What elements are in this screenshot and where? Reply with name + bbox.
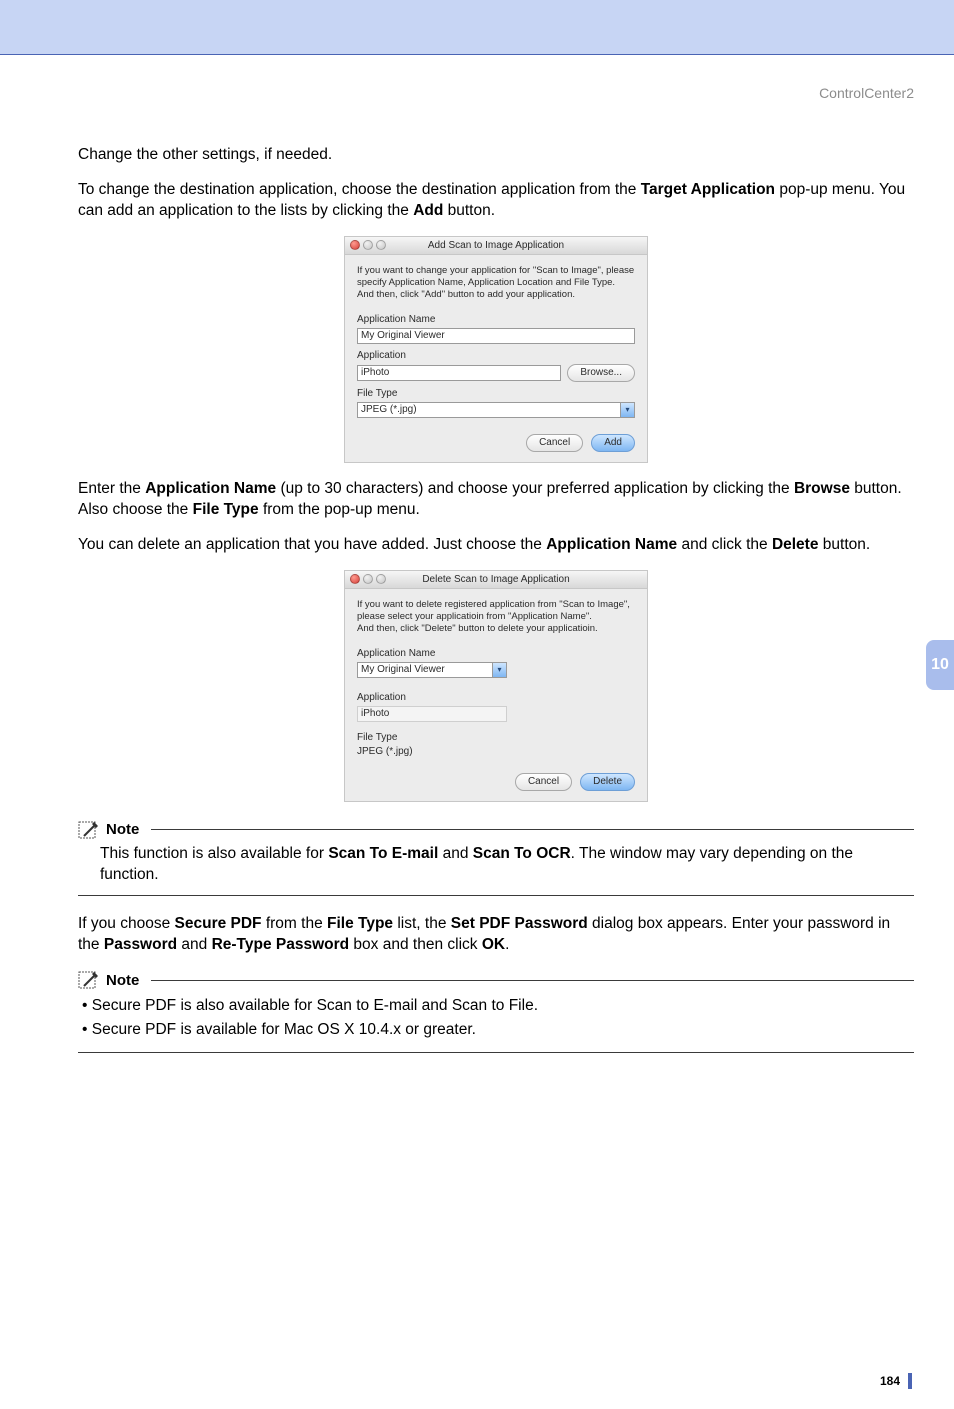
application-input[interactable]: iPhoto	[357, 365, 561, 381]
bold-text: Application Name	[546, 536, 677, 553]
chapter-tab: 10	[926, 640, 954, 690]
file-type-label: File Type	[357, 388, 635, 399]
paragraph-1: Change the other settings, if needed.	[78, 145, 914, 166]
bold-text: Secure PDF	[175, 915, 262, 932]
bold-text: Application Name	[145, 480, 276, 497]
delete-application-dialog: Delete Scan to Image Application If you …	[344, 570, 648, 802]
add-button[interactable]: Add	[591, 434, 635, 452]
minimize-icon	[363, 240, 373, 250]
browse-button[interactable]: Browse...	[567, 364, 635, 382]
app-name-label: Application Name	[357, 648, 635, 659]
application-label: Application	[357, 350, 635, 361]
minimize-icon	[363, 574, 373, 584]
text: .	[505, 936, 509, 953]
bold-text: File Type	[193, 501, 259, 518]
note-rule	[78, 1052, 914, 1053]
window-controls	[350, 574, 386, 584]
paragraph-4: You can delete an application that you h…	[78, 535, 914, 556]
paragraph-5: If you choose Secure PDF from the File T…	[78, 914, 914, 956]
paragraph-2: To change the destination application, c…	[78, 180, 914, 222]
bold-text: Scan To E-mail	[328, 845, 438, 862]
dialog-title: Add Scan to Image Application	[428, 240, 564, 251]
bold-text: Add	[413, 202, 443, 219]
file-type-readonly: JPEG (*.jpg)	[357, 746, 635, 757]
page-content: ControlCenter2 Change the other settings…	[0, 55, 954, 1409]
top-band	[0, 0, 954, 55]
app-name-value: My Original Viewer	[361, 664, 445, 675]
note-rule	[151, 829, 914, 830]
file-type-label: File Type	[357, 732, 635, 743]
text: To change the destination application, c…	[78, 181, 641, 198]
text: If you choose	[78, 915, 175, 932]
note-title: Note	[106, 821, 139, 838]
bold-text: Set PDF Password	[451, 915, 588, 932]
text: button.	[443, 202, 495, 219]
text: list, the	[393, 915, 451, 932]
file-type-select[interactable]: JPEG (*.jpg) ▾	[357, 402, 635, 418]
dialog-title: Delete Scan to Image Application	[422, 574, 569, 585]
list-item: Secure PDF is available for Mac OS X 10.…	[82, 1018, 914, 1042]
list-item: Secure PDF is also available for Scan to…	[82, 994, 914, 1018]
footer-accent	[908, 1373, 912, 1389]
chevron-updown-icon: ▾	[492, 663, 506, 677]
note-icon	[78, 970, 100, 990]
cancel-button[interactable]: Cancel	[526, 434, 583, 452]
page-footer: 184	[78, 1373, 914, 1389]
paragraph-3: Enter the Application Name (up to 30 cha…	[78, 479, 914, 521]
cancel-button[interactable]: Cancel	[515, 773, 572, 791]
close-icon[interactable]	[350, 574, 360, 584]
close-icon[interactable]	[350, 240, 360, 250]
page-number: 184	[880, 1374, 900, 1388]
note-rule	[151, 980, 914, 981]
text: box and then click	[349, 936, 482, 953]
zoom-icon	[376, 240, 386, 250]
bold-text: Target Application	[641, 181, 775, 198]
chevron-updown-icon: ▾	[620, 403, 634, 417]
app-name-select[interactable]: My Original Viewer ▾	[357, 662, 507, 678]
app-name-label: Application Name	[357, 314, 635, 325]
section-header: ControlCenter2	[78, 85, 914, 101]
note-body: This function is also available for Scan…	[78, 844, 914, 886]
dialog-instruction: If you want to change your application f…	[357, 265, 635, 302]
text: from the	[262, 915, 327, 932]
bold-text: Re-Type Password	[212, 936, 350, 953]
note-block: Note This function is also available for…	[78, 820, 914, 897]
window-controls	[350, 240, 386, 250]
bold-text: Scan To OCR	[473, 845, 571, 862]
delete-button[interactable]: Delete	[580, 773, 635, 791]
application-label: Application	[357, 692, 635, 703]
application-readonly: iPhoto	[357, 706, 507, 722]
note-icon	[78, 820, 100, 840]
dialog-titlebar: Add Scan to Image Application	[345, 237, 647, 255]
app-name-input[interactable]: My Original Viewer	[357, 328, 635, 344]
note-title: Note	[106, 972, 139, 989]
add-application-dialog: Add Scan to Image Application If you wan…	[344, 236, 648, 463]
text: from the pop-up menu.	[259, 501, 420, 518]
text: button.	[818, 536, 870, 553]
text: Enter the	[78, 480, 145, 497]
note-list: Secure PDF is also available for Scan to…	[78, 994, 914, 1042]
note-rule	[78, 895, 914, 896]
dialog-titlebar: Delete Scan to Image Application	[345, 571, 647, 589]
bold-text: File Type	[327, 915, 393, 932]
text: and	[438, 845, 472, 862]
bold-text: Browse	[794, 480, 850, 497]
text: You can delete an application that you h…	[78, 536, 546, 553]
bold-text: Delete	[772, 536, 819, 553]
note-block: Note Secure PDF is also available for Sc…	[78, 970, 914, 1053]
text: (up to 30 characters) and choose your pr…	[276, 480, 794, 497]
zoom-icon	[376, 574, 386, 584]
file-type-value: JPEG (*.jpg)	[361, 404, 417, 415]
text: This function is also available for	[100, 845, 328, 862]
bold-text: Password	[104, 936, 177, 953]
text: and click the	[677, 536, 772, 553]
dialog-instruction: If you want to delete registered applica…	[357, 599, 635, 636]
bold-text: OK	[482, 936, 505, 953]
text: and	[177, 936, 211, 953]
